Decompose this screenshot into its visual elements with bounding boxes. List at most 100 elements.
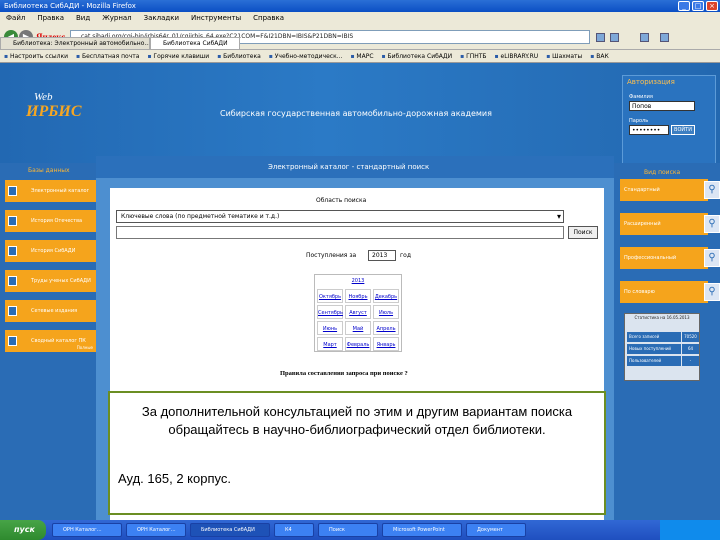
databases-heading: Базы данных	[28, 167, 70, 174]
bookmark-item[interactable]: МАРС	[350, 50, 373, 62]
arrivals-label: Поступления за	[306, 252, 357, 259]
query-rules-link[interactable]: Правила составления запроса при поиске ?	[280, 370, 408, 377]
bookmark-item[interactable]: Библиотека	[217, 50, 261, 62]
db-item-scholars[interactable]: Труды ученых СибАДИ	[5, 270, 96, 292]
months-table: 2013 Октябрь Ноябрь Декабрь Сентябрь Авг…	[314, 274, 402, 352]
month-link[interactable]: Ноябрь	[345, 289, 371, 303]
window-titlebar: Библиотека СибАДИ - Mozilla Firefox _ □ …	[0, 0, 720, 12]
star-icon[interactable]	[596, 33, 605, 42]
consultation-callout: За дополнительной консультацией по этим …	[108, 391, 606, 515]
month-link[interactable]: Март	[317, 337, 343, 351]
statistics-heading: Статистика на 16.05.2013	[634, 315, 690, 320]
academy-title: Сибирская государственная автомобильно-д…	[220, 109, 492, 118]
password-label: Пароль	[629, 118, 649, 124]
login-button[interactable]: ВОЙТИ	[671, 125, 695, 135]
month-link[interactable]: Август	[345, 305, 371, 319]
taskbar-item[interactable]: Библиотека СибАДИ	[190, 523, 270, 537]
taskbar-item[interactable]: Microsoft PowerPoint	[382, 523, 462, 537]
menu-file[interactable]: Файл	[6, 12, 25, 25]
taskbar-item[interactable]: Поиск	[318, 523, 378, 537]
db-item-history[interactable]: История Отечества	[5, 210, 96, 232]
month-link[interactable]: Январь	[373, 337, 399, 351]
bookmark-item[interactable]: Горячие клавиши	[147, 50, 209, 62]
window-title: Библиотека СибАДИ - Mozilla Firefox	[4, 2, 136, 10]
bookmark-item[interactable]: Бесплатная почта	[76, 50, 139, 62]
minimize-icon[interactable]: _	[678, 1, 690, 11]
taskbar-item[interactable]: ОРН Каталог...	[52, 523, 122, 537]
book-icon	[8, 216, 17, 226]
book-icon	[8, 276, 17, 286]
stats-row: Всего записей 70520	[627, 332, 699, 342]
tab-catalog[interactable]: Библиотека: Электронный автомобильно...	[0, 37, 150, 49]
auth-title: Авторизация	[627, 78, 675, 86]
menu-bookmarks[interactable]: Закладки	[144, 12, 179, 25]
month-link[interactable]: Апрель	[373, 321, 399, 335]
bookmark-item[interactable]: Библиотека СибАДИ	[382, 50, 453, 62]
surname-label: Фамилия	[629, 94, 653, 100]
logo-web-text: Web	[34, 91, 53, 103]
search-type-standard[interactable]: Стандартный ⚲	[620, 179, 720, 201]
stats-row: Пользователей -	[627, 356, 699, 366]
search-icon: ⚲	[704, 181, 720, 199]
year-select[interactable]: 2013	[368, 250, 396, 261]
db-item-catalog[interactable]: Электронный каталог	[5, 180, 96, 202]
callout-room: Ауд. 165, 2 корпус.	[118, 471, 231, 486]
search-icon: ⚲	[704, 249, 720, 267]
bookmark-item[interactable]: Настроить ссылки	[4, 50, 68, 62]
month-link[interactable]: Сентябрь	[317, 305, 343, 319]
menu-tools[interactable]: Инструменты	[191, 12, 241, 25]
menu-history[interactable]: Журнал	[102, 12, 131, 25]
menu-help[interactable]: Справка	[253, 12, 284, 25]
book-icon	[8, 186, 17, 196]
taskbar: пуск ОРН Каталог... ОРН Каталог... Библи…	[0, 520, 720, 540]
menu-bar: Файл Правка Вид Журнал Закладки Инструме…	[0, 12, 720, 25]
search-icon: ⚲	[704, 215, 720, 233]
tab-sibadi[interactable]: Библиотека СибАДИ	[150, 37, 240, 49]
db-item-union[interactable]: Сводный каталог ПК Полные	[5, 330, 96, 352]
settings-icon[interactable]	[660, 33, 669, 42]
stats-row: Новых поступлений 64	[627, 344, 699, 354]
search-type-dictionary[interactable]: По словарю ⚲	[620, 281, 720, 303]
month-link[interactable]: Май	[345, 321, 371, 335]
book-icon	[8, 336, 17, 346]
months-year-link[interactable]: 2013	[315, 278, 401, 284]
year-suffix: год	[400, 252, 411, 259]
menu-edit[interactable]: Правка	[37, 12, 64, 25]
maximize-icon[interactable]: □	[692, 1, 704, 11]
home-icon[interactable]	[640, 33, 649, 42]
search-type-extended[interactable]: Расширенный ⚲	[620, 213, 720, 235]
refresh-icon[interactable]	[610, 33, 619, 42]
search-area-select[interactable]: Ключевые слова (по предметной тематике и…	[116, 210, 564, 223]
system-tray	[660, 520, 720, 540]
bookmark-item[interactable]: Шахматы	[546, 50, 582, 62]
search-area-label: Область поиска	[316, 197, 367, 204]
menu-view[interactable]: Вид	[76, 12, 90, 25]
close-icon[interactable]: ×	[706, 1, 718, 11]
start-button[interactable]: пуск	[0, 520, 46, 540]
search-button[interactable]: Поиск	[568, 226, 598, 239]
bookmark-item[interactable]: eLIBRARY.RU	[495, 50, 539, 62]
month-link[interactable]: Декабрь	[373, 289, 399, 303]
taskbar-item[interactable]: Документ	[466, 523, 526, 537]
taskbar-item[interactable]: ОРН Каталог...	[126, 523, 186, 537]
month-link[interactable]: Июль	[373, 305, 399, 319]
surname-input[interactable]: Попов	[629, 101, 695, 111]
month-link[interactable]: Июнь	[317, 321, 343, 335]
catalog-heading: Электронный каталог - стандартный поиск	[96, 156, 614, 178]
search-type-professional[interactable]: Профессиональный ⚲	[620, 247, 720, 269]
bookmark-item[interactable]: ВАК	[590, 50, 608, 62]
bookmark-item[interactable]: Учебно-методическ...	[269, 50, 343, 62]
taskbar-item[interactable]: К4	[274, 523, 314, 537]
bookmarks-bar: Настроить ссылки Бесплатная почта Горячи…	[0, 50, 720, 63]
month-link[interactable]: Февраль	[345, 337, 371, 351]
month-link[interactable]: Октябрь	[317, 289, 343, 303]
db-item-sibadi-history[interactable]: История СибАДИ	[5, 240, 96, 262]
search-input[interactable]	[116, 226, 564, 239]
search-icon: ⚲	[704, 283, 720, 301]
search-type-panel: Вид поиска Стандартный ⚲ Расширенный ⚲ Про…	[614, 163, 720, 520]
db-item-network[interactable]: Сетевые издания	[5, 300, 96, 322]
bookmark-item[interactable]: ГПНТБ	[460, 50, 486, 62]
book-icon	[8, 246, 17, 256]
databases-panel: Базы данных Электронный каталог История …	[0, 163, 96, 520]
password-input[interactable]: ••••••••	[629, 125, 669, 135]
